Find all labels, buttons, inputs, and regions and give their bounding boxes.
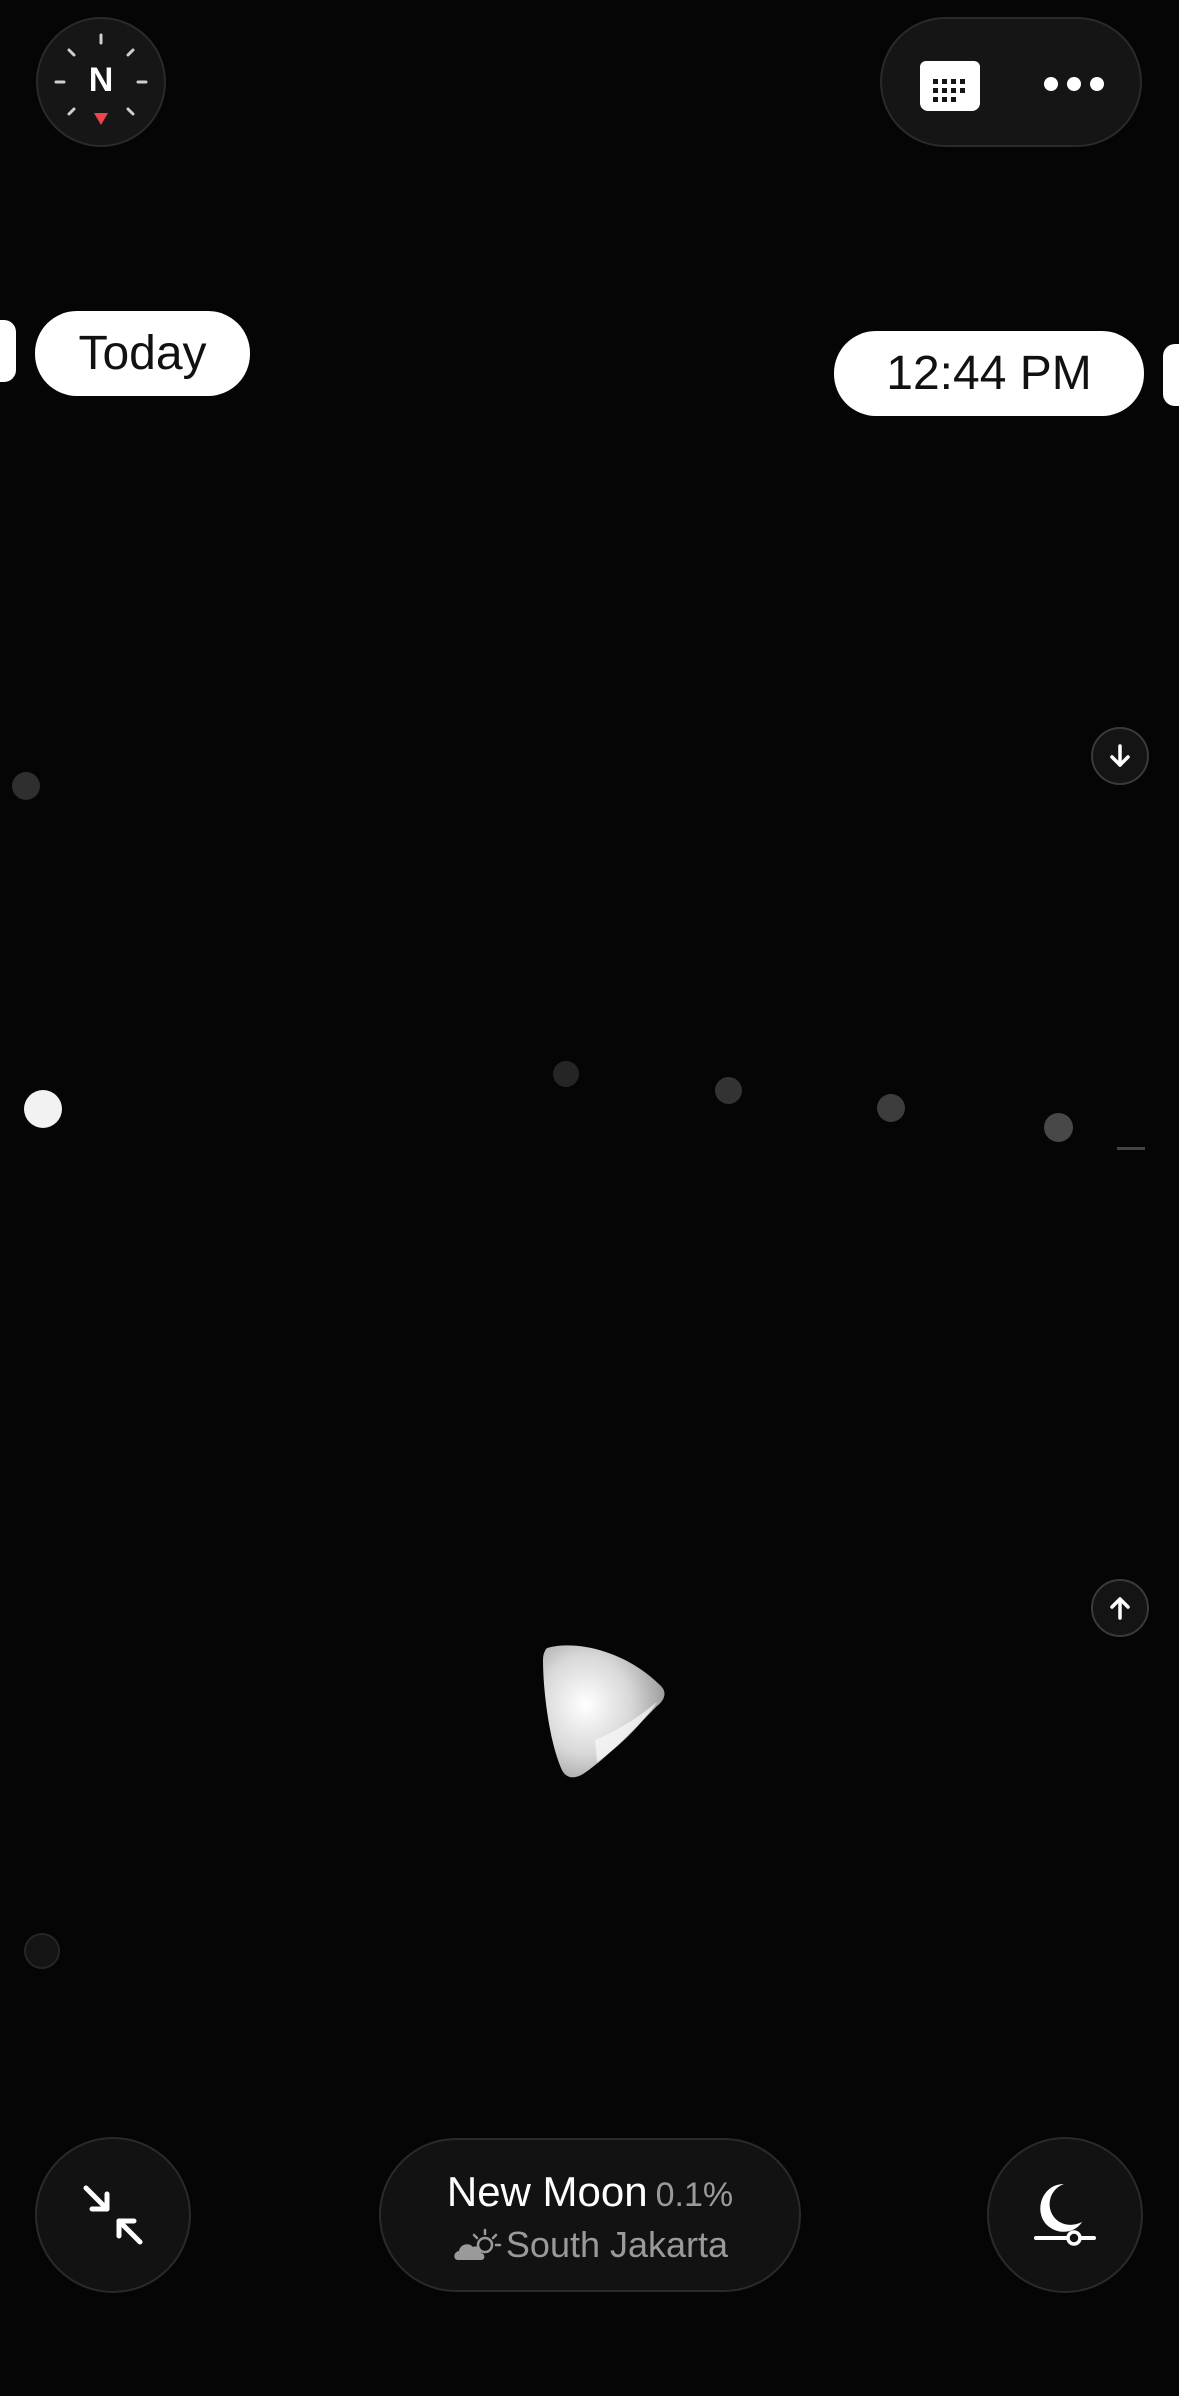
date-pill[interactable]: Today: [35, 311, 250, 396]
location-row: South Jakarta: [381, 2224, 799, 2266]
collapse-icon: [83, 2185, 143, 2245]
scroll-down-button[interactable]: [1091, 727, 1149, 785]
horizon-marker-dot: [24, 1933, 60, 1969]
more-icon[interactable]: [1042, 71, 1106, 97]
phase-row: New Moon 0.1%: [381, 2168, 799, 2216]
scroll-up-button[interactable]: [1091, 1579, 1149, 1637]
moon-path-dot: [553, 1061, 579, 1087]
moon-app-screen: N Today 12:44 PM New Moon 0.1% South Jak…: [0, 0, 1179, 2396]
arrow-down-icon: [1110, 744, 1130, 767]
compass-needle-icon: [94, 113, 108, 125]
location-name: South Jakarta: [505, 2224, 729, 2265]
moon-path-dot: [715, 1077, 742, 1104]
moon-path-dot: [877, 1094, 905, 1122]
moon-icon[interactable]: [535, 1640, 670, 1780]
compass-heading-label: N: [88, 61, 114, 99]
collapse-button[interactable]: [35, 2137, 191, 2293]
calendar-icon[interactable]: [918, 59, 982, 113]
illumination-percent: 0.1%: [655, 2176, 734, 2214]
compass-button[interactable]: N: [36, 17, 166, 147]
moon-slider-icon: [1034, 2184, 1096, 2246]
arrow-up-icon: [1110, 1597, 1130, 1620]
current-position-dot[interactable]: [24, 1090, 62, 1128]
sky-marker-dot: [12, 772, 40, 800]
phase-name: New Moon: [446, 2168, 648, 2215]
time-pill[interactable]: 12:44 PM: [834, 331, 1144, 416]
partly-cloudy-icon: [454, 2228, 502, 2260]
horizon-tick: [1117, 1147, 1145, 1150]
moon-path-dot: [1044, 1113, 1073, 1142]
next-time-tab[interactable]: [1163, 344, 1179, 406]
top-toolbar: [880, 17, 1142, 147]
moon-settings-button[interactable]: [987, 2137, 1143, 2293]
previous-day-tab[interactable]: [0, 320, 16, 382]
moon-info-pill[interactable]: New Moon 0.1% South Jakarta: [379, 2138, 801, 2292]
